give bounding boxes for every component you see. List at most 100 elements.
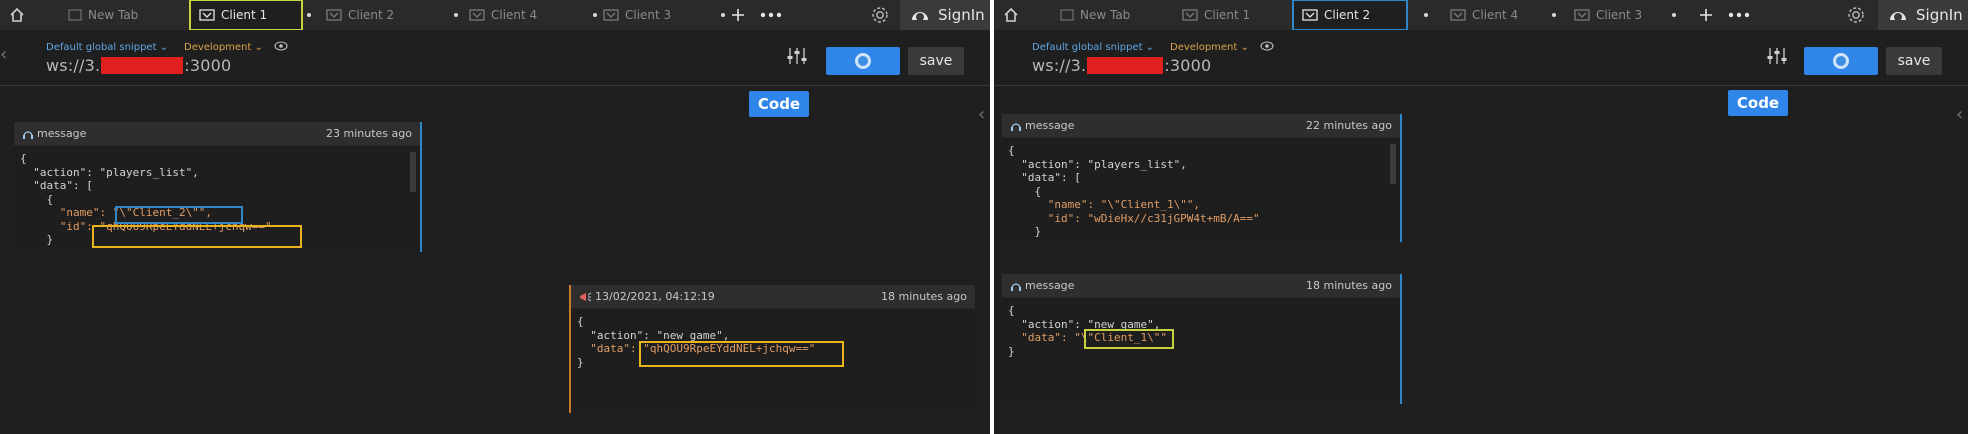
message-body: { "action": "players_list", "data": [ { … bbox=[14, 146, 420, 252]
eye-icon[interactable] bbox=[274, 40, 288, 55]
scrollbar[interactable] bbox=[410, 152, 416, 192]
signin-button[interactable]: SignIn bbox=[900, 0, 990, 30]
code-line: } bbox=[20, 233, 54, 246]
url-input[interactable]: ws://3.:3000 bbox=[1032, 56, 1211, 75]
code-line: "action": "players_list", bbox=[1008, 157, 1187, 171]
url-input[interactable]: ws://3. :3000 bbox=[46, 56, 231, 75]
tab-icon bbox=[68, 9, 82, 21]
code-line: { bbox=[20, 152, 27, 165]
plus-icon bbox=[1700, 9, 1712, 21]
headphones-icon bbox=[23, 130, 33, 139]
eye-icon[interactable] bbox=[1260, 40, 1274, 55]
code-line: "name": "\"Client_2\"", bbox=[20, 206, 213, 219]
tab-client-4[interactable]: Client 4 bbox=[461, 1, 597, 29]
connect-toggle[interactable] bbox=[1804, 47, 1878, 75]
megaphone-icon bbox=[580, 292, 592, 301]
code-line: "data": [ bbox=[20, 179, 93, 192]
message-card[interactable]: message 23 minutes ago { "action": "play… bbox=[14, 122, 422, 252]
signin-label: SignIn bbox=[938, 6, 985, 24]
chevron-left-icon[interactable]: ‹ bbox=[1956, 104, 1963, 125]
connect-toggle[interactable] bbox=[826, 47, 900, 75]
tab-new-tab[interactable]: New Tab bbox=[58, 1, 178, 29]
code-line: { bbox=[1008, 144, 1015, 157]
home-icon bbox=[10, 7, 24, 22]
save-button[interactable]: save bbox=[908, 47, 964, 75]
plug-icon bbox=[603, 8, 619, 22]
code-line: "data": "\"Client_1\"" bbox=[1008, 331, 1167, 344]
code-line: { bbox=[1008, 184, 1042, 198]
settings-button[interactable] bbox=[866, 0, 894, 30]
environment-select[interactable]: Development ⌄ bbox=[1170, 42, 1249, 53]
url-prefix: ws://3. bbox=[1032, 56, 1087, 75]
url-suffix: :3000 bbox=[184, 56, 232, 75]
code-button[interactable]: Code bbox=[749, 91, 809, 117]
sliders-icon[interactable] bbox=[1766, 46, 1788, 69]
tab-dot bbox=[307, 13, 311, 17]
tab-label: Client 2 bbox=[1324, 8, 1371, 22]
headphones-icon bbox=[1011, 282, 1021, 291]
tab-dot bbox=[721, 13, 725, 17]
save-button[interactable]: save bbox=[1886, 47, 1942, 75]
more-icon bbox=[1728, 12, 1750, 18]
code-line: "data": "qhQOU9RpeEYddNEL+jchqw==" bbox=[577, 342, 816, 355]
message-title: message bbox=[37, 127, 87, 140]
code-button[interactable]: Code bbox=[1728, 90, 1788, 116]
more-tabs-button[interactable] bbox=[756, 0, 786, 30]
snippet-select[interactable]: Default global snippet ⌄ bbox=[1032, 42, 1154, 53]
message-body: { "action": "new_game", "data": "qhQOU9R… bbox=[571, 309, 975, 413]
plug-icon bbox=[1302, 8, 1318, 22]
more-tabs-button[interactable] bbox=[1724, 0, 1754, 30]
sliders-icon[interactable] bbox=[786, 46, 808, 69]
chevron-left-icon[interactable]: ‹ bbox=[0, 44, 7, 65]
tab-client-3[interactable]: Client 3 bbox=[595, 1, 725, 29]
tab-dot bbox=[1552, 13, 1556, 17]
tab-new-tab[interactable]: New Tab bbox=[1050, 1, 1164, 29]
connection-bar: Default global snippet ⌄ Development ⌄ w… bbox=[994, 30, 1968, 86]
headphones-icon bbox=[1011, 122, 1021, 131]
tab-client-4[interactable]: Client 4 bbox=[1442, 1, 1556, 29]
code-line: } bbox=[577, 355, 584, 369]
tab-client-2[interactable]: Client 2 bbox=[318, 1, 458, 29]
signin-button[interactable]: SignIn bbox=[1878, 0, 1968, 30]
message-card[interactable]: message 22 minutes ago { "action": "play… bbox=[1002, 114, 1402, 242]
chevron-left-icon[interactable]: ‹ bbox=[978, 104, 985, 125]
toggle-knob bbox=[1833, 53, 1849, 69]
plug-icon bbox=[199, 8, 215, 22]
tab-bar: New Tab Client 1 Client 2 Client 4 Clien… bbox=[994, 0, 1968, 31]
connection-bar: ‹ Default global snippet ⌄ Development ⌄… bbox=[0, 30, 990, 86]
message-time: 23 minutes ago bbox=[326, 127, 412, 140]
signin-label: SignIn bbox=[1916, 6, 1963, 24]
more-icon bbox=[760, 12, 782, 18]
settings-button[interactable] bbox=[1842, 0, 1870, 30]
message-title: message bbox=[1025, 119, 1075, 132]
message-card[interactable]: message 18 minutes ago { "action": "new_… bbox=[1002, 274, 1402, 404]
new-tab-button[interactable] bbox=[1694, 0, 1718, 30]
plug-icon bbox=[469, 8, 485, 22]
plus-icon bbox=[732, 9, 744, 21]
environment-label: Development bbox=[184, 42, 252, 53]
snippet-select[interactable]: Default global snippet ⌄ bbox=[46, 42, 168, 53]
tab-label: Client 3 bbox=[625, 8, 672, 22]
url-prefix: ws://3. bbox=[46, 56, 101, 75]
home-button[interactable] bbox=[0, 0, 34, 30]
plug-icon bbox=[1450, 8, 1466, 22]
message-header: message 22 minutes ago bbox=[1002, 114, 1400, 138]
message-time: 22 minutes ago bbox=[1306, 119, 1392, 132]
tab-client-1[interactable]: Client 1 bbox=[1174, 1, 1284, 29]
tab-client-2[interactable]: Client 2 bbox=[1292, 0, 1428, 31]
new-tab-button[interactable] bbox=[726, 0, 750, 30]
tab-label: New Tab bbox=[1080, 8, 1131, 22]
tab-client-1[interactable]: Client 1 bbox=[189, 0, 311, 31]
plug-icon bbox=[1574, 8, 1590, 22]
home-button[interactable] bbox=[994, 0, 1028, 30]
message-card[interactable]: 13/02/2021, 04:12:19 18 minutes ago { "a… bbox=[569, 285, 975, 413]
message-header: message 18 minutes ago bbox=[1002, 274, 1400, 298]
scrollbar[interactable] bbox=[1390, 144, 1396, 184]
left-window: New Tab Client 1 Client 2 Client 4 Clien… bbox=[0, 0, 990, 434]
tab-label: Client 1 bbox=[1204, 8, 1251, 22]
environment-select[interactable]: Development ⌄ bbox=[184, 42, 263, 53]
code-line: "name": "\"Client_1\"", bbox=[1008, 198, 1201, 211]
tab-client-3[interactable]: Client 3 bbox=[1566, 1, 1676, 29]
tab-bar: New Tab Client 1 Client 2 Client 4 Clien… bbox=[0, 0, 990, 31]
gear-icon bbox=[1848, 7, 1864, 23]
